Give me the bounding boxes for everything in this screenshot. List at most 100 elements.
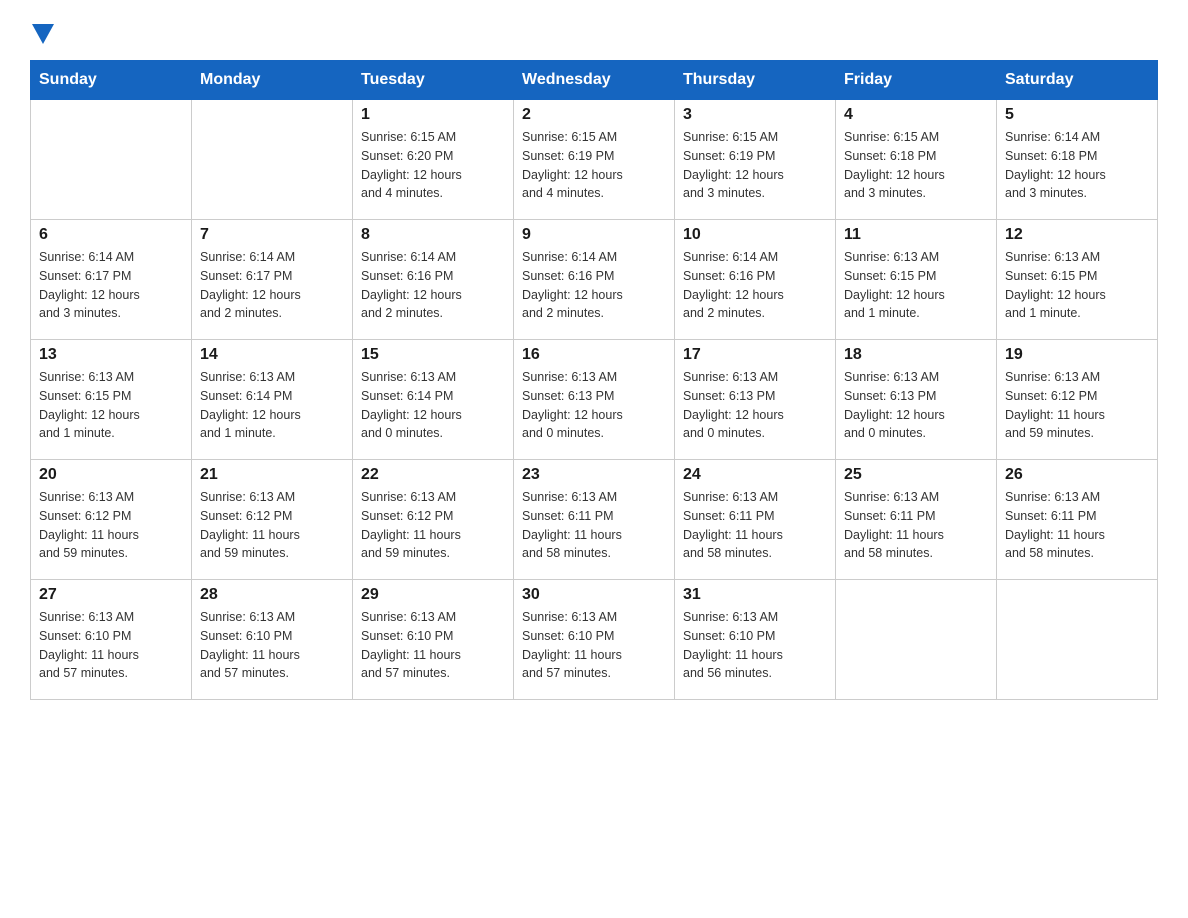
calendar-cell: 9 Sunrise: 6:14 AMSunset: 6:16 PMDaylight… [514,220,675,340]
calendar-cell: 6 Sunrise: 6:14 AMSunset: 6:17 PMDaylight… [31,220,192,340]
weekday-header-friday: Friday [836,61,997,100]
day-info: Sunrise: 6:15 AMSunset: 6:20 PMDaylight:… [361,128,505,203]
calendar-table: SundayMondayTuesdayWednesdayThursdayFrid… [30,60,1158,700]
day-info: Sunrise: 6:13 AMSunset: 6:11 PMDaylight:… [683,488,827,563]
day-info: Sunrise: 6:13 AMSunset: 6:14 PMDaylight:… [361,368,505,443]
day-info: Sunrise: 6:13 AMSunset: 6:10 PMDaylight:… [200,608,344,683]
day-number: 5 [1005,106,1149,124]
calendar-cell: 17 Sunrise: 6:13 AMSunset: 6:13 PMDayligh… [675,340,836,460]
calendar-cell: 7Sunrise: 6:14 AMSunset: 6:17 PMDaylight… [192,220,353,340]
day-number: 1 [361,106,505,124]
calendar-cell: 12Sunrise: 6:13 AMSunset: 6:15 PMDayligh… [997,220,1158,340]
day-info: Sunrise: 6:13 AMSunset: 6:11 PMDaylight:… [844,488,988,563]
calendar-cell [31,100,192,220]
weekday-header-thursday: Thursday [675,61,836,100]
calendar-cell [192,100,353,220]
day-number: 13 [39,346,183,364]
calendar-week-row: 1 Sunrise: 6:15 AMSunset: 6:20 PMDaylight… [31,100,1158,220]
calendar-cell: 13Sunrise: 6:13 AMSunset: 6:15 PMDayligh… [31,340,192,460]
day-number: 15 [361,346,505,364]
calendar-week-row: 6 Sunrise: 6:14 AMSunset: 6:17 PMDaylight… [31,220,1158,340]
day-info: Sunrise: 6:13 AMSunset: 6:15 PMDaylight:… [844,248,988,323]
day-info: Sunrise: 6:14 AMSunset: 6:18 PMDaylight:… [1005,128,1149,203]
day-number: 27 [39,586,183,604]
day-number: 23 [522,466,666,484]
day-number: 24 [683,466,827,484]
calendar-cell: 27 Sunrise: 6:13 AMSunset: 6:10 PMDayligh… [31,580,192,700]
day-info: Sunrise: 6:13 AMSunset: 6:14 PMDaylight:… [200,368,344,443]
day-info: Sunrise: 6:14 AMSunset: 6:17 PMDaylight:… [39,248,183,323]
day-info: Sunrise: 6:14 AMSunset: 6:16 PMDaylight:… [361,248,505,323]
weekday-header-saturday: Saturday [997,61,1158,100]
day-info: Sunrise: 6:15 AMSunset: 6:18 PMDaylight:… [844,128,988,203]
calendar-cell: 26 Sunrise: 6:13 AMSunset: 6:11 PMDayligh… [997,460,1158,580]
day-info: Sunrise: 6:13 AMSunset: 6:12 PMDaylight:… [361,488,505,563]
calendar-cell: 2 Sunrise: 6:15 AMSunset: 6:19 PMDaylight… [514,100,675,220]
day-number: 6 [39,226,183,244]
day-number: 17 [683,346,827,364]
calendar-cell: 4 Sunrise: 6:15 AMSunset: 6:18 PMDaylight… [836,100,997,220]
day-number: 4 [844,106,988,124]
day-number: 19 [1005,346,1149,364]
day-info: Sunrise: 6:14 AMSunset: 6:16 PMDaylight:… [522,248,666,323]
calendar-cell: 20Sunrise: 6:13 AMSunset: 6:12 PMDayligh… [31,460,192,580]
day-number: 9 [522,226,666,244]
day-number: 28 [200,586,344,604]
calendar-cell: 21Sunrise: 6:13 AMSunset: 6:12 PMDayligh… [192,460,353,580]
page-header [30,24,1158,48]
logo [30,24,54,48]
day-number: 29 [361,586,505,604]
calendar-cell: 15 Sunrise: 6:13 AMSunset: 6:14 PMDayligh… [353,340,514,460]
day-number: 30 [522,586,666,604]
calendar-cell: 5 Sunrise: 6:14 AMSunset: 6:18 PMDaylight… [997,100,1158,220]
day-info: Sunrise: 6:13 AMSunset: 6:10 PMDaylight:… [683,608,827,683]
calendar-cell: 14 Sunrise: 6:13 AMSunset: 6:14 PMDayligh… [192,340,353,460]
day-info: Sunrise: 6:13 AMSunset: 6:10 PMDaylight:… [39,608,183,683]
calendar-cell: 25 Sunrise: 6:13 AMSunset: 6:11 PMDayligh… [836,460,997,580]
day-number: 31 [683,586,827,604]
weekday-header-tuesday: Tuesday [353,61,514,100]
day-info: Sunrise: 6:13 AMSunset: 6:10 PMDaylight:… [361,608,505,683]
day-number: 26 [1005,466,1149,484]
calendar-cell [997,580,1158,700]
day-number: 14 [200,346,344,364]
calendar-cell: 29 Sunrise: 6:13 AMSunset: 6:10 PMDayligh… [353,580,514,700]
calendar-cell: 31 Sunrise: 6:13 AMSunset: 6:10 PMDayligh… [675,580,836,700]
calendar-week-row: 13Sunrise: 6:13 AMSunset: 6:15 PMDayligh… [31,340,1158,460]
calendar-cell: 1 Sunrise: 6:15 AMSunset: 6:20 PMDaylight… [353,100,514,220]
day-number: 11 [844,226,988,244]
day-number: 2 [522,106,666,124]
day-info: Sunrise: 6:13 AMSunset: 6:13 PMDaylight:… [844,368,988,443]
day-info: Sunrise: 6:15 AMSunset: 6:19 PMDaylight:… [522,128,666,203]
day-number: 18 [844,346,988,364]
calendar-week-row: 20Sunrise: 6:13 AMSunset: 6:12 PMDayligh… [31,460,1158,580]
logo-arrow-icon [32,24,54,48]
calendar-cell: 11 Sunrise: 6:13 AMSunset: 6:15 PMDayligh… [836,220,997,340]
calendar-header-row: SundayMondayTuesdayWednesdayThursdayFrid… [31,61,1158,100]
day-number: 25 [844,466,988,484]
day-number: 10 [683,226,827,244]
day-number: 8 [361,226,505,244]
calendar-cell: 16Sunrise: 6:13 AMSunset: 6:13 PMDayligh… [514,340,675,460]
day-info: Sunrise: 6:14 AMSunset: 6:16 PMDaylight:… [683,248,827,323]
day-number: 3 [683,106,827,124]
day-info: Sunrise: 6:13 AMSunset: 6:11 PMDaylight:… [1005,488,1149,563]
day-info: Sunrise: 6:13 AMSunset: 6:12 PMDaylight:… [1005,368,1149,443]
day-info: Sunrise: 6:13 AMSunset: 6:13 PMDaylight:… [683,368,827,443]
day-info: Sunrise: 6:13 AMSunset: 6:10 PMDaylight:… [522,608,666,683]
calendar-cell: 30 Sunrise: 6:13 AMSunset: 6:10 PMDayligh… [514,580,675,700]
weekday-header-wednesday: Wednesday [514,61,675,100]
day-number: 12 [1005,226,1149,244]
day-number: 21 [200,466,344,484]
calendar-cell: 23 Sunrise: 6:13 AMSunset: 6:11 PMDayligh… [514,460,675,580]
day-number: 22 [361,466,505,484]
calendar-cell: 10 Sunrise: 6:14 AMSunset: 6:16 PMDayligh… [675,220,836,340]
calendar-cell: 3Sunrise: 6:15 AMSunset: 6:19 PMDaylight… [675,100,836,220]
day-info: Sunrise: 6:13 AMSunset: 6:11 PMDaylight:… [522,488,666,563]
calendar-cell: 28 Sunrise: 6:13 AMSunset: 6:10 PMDayligh… [192,580,353,700]
calendar-cell: 24 Sunrise: 6:13 AMSunset: 6:11 PMDayligh… [675,460,836,580]
calendar-cell [836,580,997,700]
day-info: Sunrise: 6:14 AMSunset: 6:17 PMDaylight:… [200,248,344,323]
calendar-cell: 22 Sunrise: 6:13 AMSunset: 6:12 PMDayligh… [353,460,514,580]
calendar-cell: 19 Sunrise: 6:13 AMSunset: 6:12 PMDayligh… [997,340,1158,460]
